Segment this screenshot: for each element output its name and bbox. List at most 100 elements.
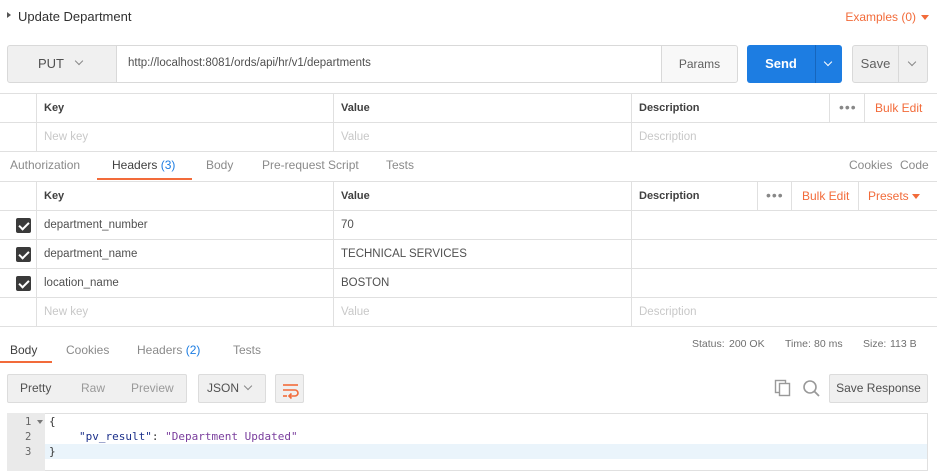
header-key[interactable]: department_number	[36, 211, 333, 239]
headers-table: Key Value Description ••• Bulk Edit Pres…	[0, 181, 937, 327]
divider	[757, 182, 758, 210]
checkbox-checked-icon[interactable]	[16, 218, 31, 233]
tab-authorization[interactable]: Authorization	[10, 158, 80, 172]
tab-headers-label: Headers	[112, 158, 158, 172]
wrap-lines-icon	[283, 384, 299, 400]
header-row: department_name TECHNICAL SERVICES	[0, 240, 937, 269]
url-text[interactable]: http://localhost:8081/ords/api/hr/v1/dep…	[128, 57, 371, 69]
headers-description-header: Description	[631, 182, 757, 210]
json-key: "pv_result"	[79, 430, 152, 443]
status-label: Status:	[692, 338, 725, 350]
headers-header-row: Key Value Description ••• Bulk Edit Pres…	[0, 182, 937, 211]
divider	[791, 182, 792, 210]
new-key-input[interactable]: New key	[36, 123, 333, 151]
send-button[interactable]: Send	[747, 45, 815, 83]
save-options-button[interactable]	[898, 45, 928, 83]
response-tab-cookies[interactable]: Cookies	[66, 343, 109, 357]
response-tab-headers-count: (2)	[185, 343, 201, 357]
header-row: department_number 70	[0, 211, 937, 240]
size-label: Size:	[863, 338, 887, 350]
tab-headers-count: (3)	[160, 158, 176, 172]
new-key-input[interactable]: New key	[36, 298, 333, 326]
header-value[interactable]: 70	[333, 211, 631, 239]
cookies-link[interactable]: Cookies	[849, 158, 892, 172]
header-value[interactable]: BOSTON	[333, 269, 631, 297]
params-table: Key Value Description ••• Bulk Edit New …	[0, 93, 937, 152]
headers-key-header: Key	[36, 182, 333, 210]
params-button[interactable]: Params	[661, 45, 738, 83]
header-description[interactable]	[631, 211, 937, 239]
collapse-caret-icon[interactable]	[7, 12, 11, 18]
tab-headers[interactable]: Headers (3)	[112, 158, 175, 172]
new-value-input[interactable]: Value	[333, 298, 631, 326]
bulk-edit-link[interactable]: Bulk Edit	[802, 182, 849, 210]
caret-down-icon[interactable]	[921, 15, 929, 20]
time-value: 80 ms	[814, 338, 843, 350]
send-options-button[interactable]	[815, 45, 842, 83]
presets-dropdown[interactable]: Presets	[868, 182, 909, 210]
save-response-button[interactable]: Save Response	[829, 374, 928, 403]
save-button[interactable]: Save	[852, 45, 899, 83]
code-line: }	[49, 445, 56, 458]
active-tab-underline	[0, 361, 52, 363]
wrap-lines-button[interactable]	[275, 374, 304, 403]
view-pretty-button[interactable]: Pretty	[20, 381, 51, 395]
search-icon[interactable]	[802, 379, 821, 401]
tab-pre-request-script[interactable]: Pre-request Script	[262, 158, 359, 172]
request-tabs: Authorization Headers (3) Body Pre-reque…	[0, 152, 944, 181]
code-line: {	[49, 415, 56, 428]
params-header-row: Key Value Description ••• Bulk Edit	[0, 94, 937, 123]
chevron-down-icon	[823, 57, 833, 67]
header-key[interactable]: location_name	[36, 269, 333, 297]
tab-tests[interactable]: Tests	[386, 158, 414, 172]
header-description[interactable]	[631, 240, 937, 268]
params-description-header: Description	[631, 94, 829, 122]
checkbox-checked-icon[interactable]	[16, 247, 31, 262]
header-row: location_name BOSTON	[0, 269, 937, 298]
response-tab-headers[interactable]: Headers (2)	[137, 343, 200, 357]
line-number: 3	[25, 446, 32, 458]
time-label: Time:	[785, 338, 811, 350]
checkbox-checked-icon[interactable]	[16, 276, 31, 291]
divider	[829, 94, 830, 122]
view-raw-button[interactable]: Raw	[81, 381, 105, 395]
response-tab-tests[interactable]: Tests	[233, 343, 261, 357]
format-label: JSON	[207, 381, 240, 395]
divider	[864, 94, 865, 122]
fold-caret-icon[interactable]	[37, 420, 43, 424]
size-value: 113 B	[890, 338, 917, 350]
chevron-down-icon	[907, 57, 917, 67]
header-description[interactable]	[631, 269, 937, 297]
view-preview-button[interactable]: Preview	[131, 381, 174, 395]
new-description-input[interactable]: Description	[631, 298, 937, 326]
active-tab-underline	[97, 178, 192, 180]
headers-value-header: Value	[333, 182, 631, 210]
new-description-input[interactable]: Description	[631, 123, 937, 151]
header-value[interactable]: TECHNICAL SERVICES	[333, 240, 631, 268]
params-value-header: Value	[333, 94, 631, 122]
new-value-input[interactable]: Value	[333, 123, 631, 151]
method-label[interactable]: PUT	[38, 56, 64, 71]
json-string: "Department Updated"	[165, 430, 298, 443]
response-tab-body[interactable]: Body	[10, 343, 37, 357]
active-line-highlight	[45, 444, 927, 459]
more-dots-icon[interactable]: •••	[839, 94, 857, 120]
line-number: 2	[25, 431, 32, 443]
line-number: 1	[25, 416, 32, 428]
json-separator: :	[151, 430, 166, 443]
headers-new-row: New key Value Description	[0, 298, 937, 327]
caret-down-icon[interactable]	[912, 194, 920, 199]
request-title[interactable]: Update Department	[18, 9, 131, 24]
status-value: 200 OK	[729, 338, 765, 350]
tab-body[interactable]: Body	[206, 158, 233, 172]
bulk-edit-link[interactable]: Bulk Edit	[875, 94, 922, 122]
more-dots-icon[interactable]: •••	[766, 182, 784, 208]
code-link[interactable]: Code	[900, 158, 929, 172]
header-key[interactable]: department_name	[36, 240, 333, 268]
examples-dropdown[interactable]: Examples (0)	[845, 10, 916, 24]
copy-icon[interactable]	[774, 379, 792, 400]
code-line: "pv_result": "Department Updated"	[79, 430, 298, 443]
params-key-header: Key	[36, 94, 333, 122]
response-tab-headers-label: Headers	[137, 343, 183, 357]
params-new-row: New key Value Description	[0, 123, 937, 152]
